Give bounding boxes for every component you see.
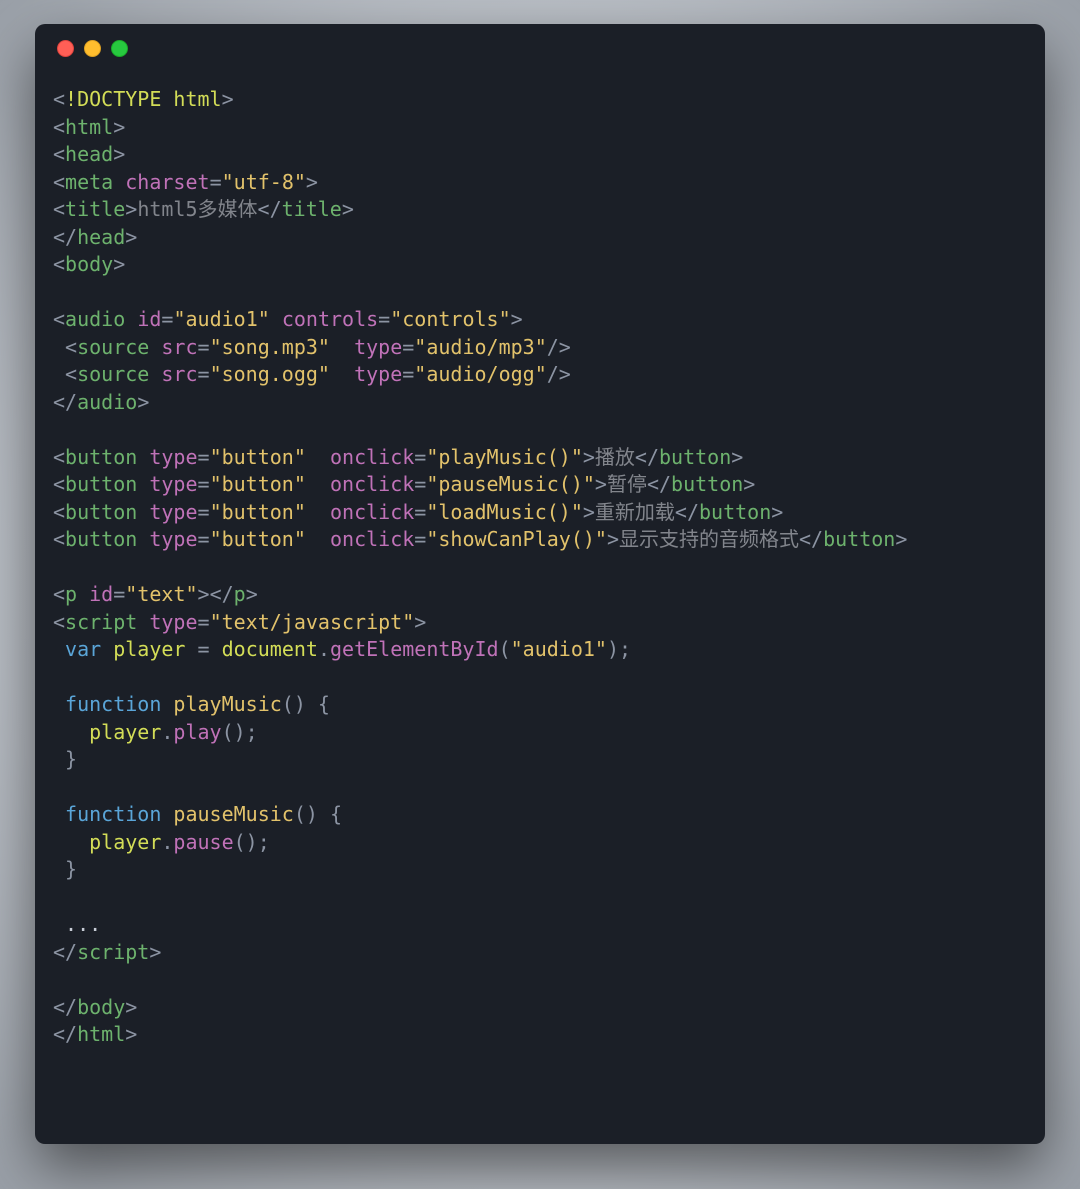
tag-button4: button bbox=[65, 527, 137, 551]
ident-player: player bbox=[89, 830, 161, 854]
attr-src: src bbox=[161, 335, 197, 359]
val-type-mp3: "audio/mp3" bbox=[414, 335, 546, 359]
tag-script-close: script bbox=[77, 940, 149, 964]
val-on-show: "showCanPlay()" bbox=[426, 527, 607, 551]
val-button: "button" bbox=[210, 472, 306, 496]
tag-audio-close: audio bbox=[77, 390, 137, 414]
code-block: <!DOCTYPE html> <html> <head> <meta char… bbox=[35, 72, 1045, 1079]
attr-type: type bbox=[149, 472, 197, 496]
tag-audio-open: audio bbox=[65, 307, 125, 331]
attr-controls: controls bbox=[282, 307, 378, 331]
method-gebi: getElementById bbox=[330, 637, 499, 661]
tag-head-close: head bbox=[77, 225, 125, 249]
attr-type: type bbox=[149, 500, 197, 524]
tag-button3: button bbox=[65, 500, 137, 524]
label-play: 播放 bbox=[595, 445, 635, 469]
tag-button4-close: button bbox=[823, 527, 895, 551]
tag-source1: source bbox=[77, 335, 149, 359]
fn-play: playMusic bbox=[173, 692, 281, 716]
kw-var: var bbox=[65, 637, 101, 661]
ident-player: player bbox=[113, 637, 185, 661]
label-pause: 暂停 bbox=[607, 472, 647, 496]
kw-function: function bbox=[65, 692, 161, 716]
tag-html-close: html bbox=[77, 1022, 125, 1046]
tag-title-close: title bbox=[282, 197, 342, 221]
tag-button2-close: button bbox=[671, 472, 743, 496]
attr-charset: charset bbox=[125, 170, 209, 194]
title-text: html5多媒体 bbox=[137, 197, 257, 221]
tag-html-open: html bbox=[65, 115, 113, 139]
ident-document: document bbox=[222, 637, 318, 661]
label-load: 重新加载 bbox=[595, 500, 675, 524]
doctype: !DOCTYPE html bbox=[65, 87, 222, 111]
attr-id: id bbox=[89, 582, 113, 606]
zoom-icon[interactable] bbox=[111, 40, 128, 57]
ident-player: player bbox=[89, 720, 161, 744]
tag-title-open: title bbox=[65, 197, 125, 221]
val-controls: "controls" bbox=[390, 307, 510, 331]
tag-script-open: script bbox=[65, 610, 137, 634]
tag-button3-close: button bbox=[699, 500, 771, 524]
tag-meta: meta bbox=[65, 170, 113, 194]
val-audio1js: "audio1" bbox=[511, 637, 607, 661]
val-jstype: "text/javascript" bbox=[210, 610, 415, 634]
tag-p: p bbox=[65, 582, 77, 606]
attr-type: type bbox=[354, 335, 402, 359]
tag-button1: button bbox=[65, 445, 137, 469]
val-on-play: "playMusic()" bbox=[426, 445, 583, 469]
tag-body-close: body bbox=[77, 995, 125, 1019]
ellipsis: ... bbox=[65, 912, 101, 936]
val-song-ogg: "song.ogg" bbox=[210, 362, 330, 386]
attr-type: type bbox=[149, 527, 197, 551]
tag-button2: button bbox=[65, 472, 137, 496]
val-textid: "text" bbox=[125, 582, 197, 606]
close-icon[interactable] bbox=[57, 40, 74, 57]
tag-p-close: p bbox=[234, 582, 246, 606]
attr-type: type bbox=[149, 445, 197, 469]
tag-button1-close: button bbox=[659, 445, 731, 469]
attr-type: type bbox=[354, 362, 402, 386]
attr-type: type bbox=[149, 610, 197, 634]
val-type-ogg: "audio/ogg" bbox=[414, 362, 546, 386]
val-on-pause: "pauseMusic()" bbox=[426, 472, 595, 496]
tag-body-open: body bbox=[65, 252, 113, 276]
val-on-load: "loadMusic()" bbox=[426, 500, 583, 524]
method-play: play bbox=[173, 720, 221, 744]
window-titlebar bbox=[35, 24, 1045, 72]
label-show: 显示支持的音频格式 bbox=[619, 527, 799, 551]
attr-onclick: onclick bbox=[330, 472, 414, 496]
val-utf8: "utf-8" bbox=[222, 170, 306, 194]
attr-onclick: onclick bbox=[330, 500, 414, 524]
method-pause: pause bbox=[173, 830, 233, 854]
fn-pause: pauseMusic bbox=[173, 802, 293, 826]
val-button: "button" bbox=[210, 500, 306, 524]
val-button: "button" bbox=[210, 527, 306, 551]
val-song-mp3: "song.mp3" bbox=[210, 335, 330, 359]
attr-src: src bbox=[161, 362, 197, 386]
minimize-icon[interactable] bbox=[84, 40, 101, 57]
val-button: "button" bbox=[210, 445, 306, 469]
attr-onclick: onclick bbox=[330, 445, 414, 469]
kw-function: function bbox=[65, 802, 161, 826]
attr-onclick: onclick bbox=[330, 527, 414, 551]
tag-head-open: head bbox=[65, 142, 113, 166]
code-window: <!DOCTYPE html> <html> <head> <meta char… bbox=[35, 24, 1045, 1144]
val-audio1: "audio1" bbox=[173, 307, 269, 331]
tag-source2: source bbox=[77, 362, 149, 386]
attr-id: id bbox=[137, 307, 161, 331]
